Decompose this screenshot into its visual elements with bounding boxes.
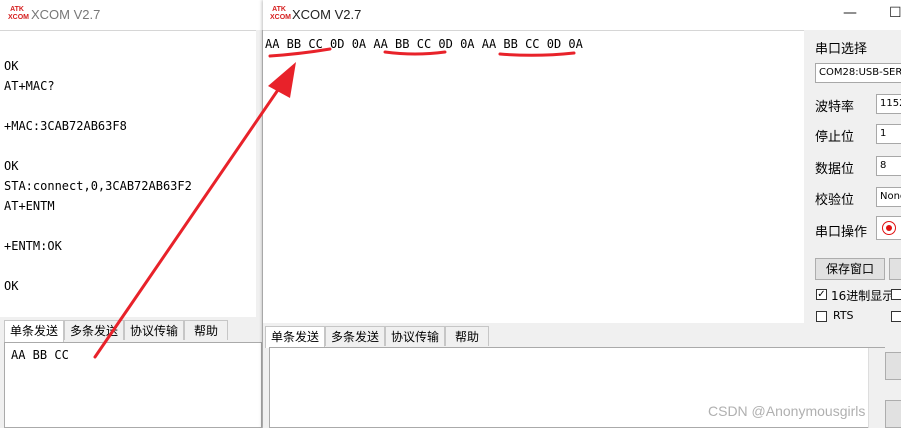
watermark: CSDN @Anonymousgirls bbox=[708, 403, 866, 419]
send-text: AA BB CC bbox=[11, 348, 69, 362]
receive-line: OK bbox=[4, 59, 19, 73]
rts-label: RTS bbox=[833, 309, 854, 322]
send-button[interactable] bbox=[885, 352, 901, 380]
receive-line: OK bbox=[4, 159, 19, 173]
receive-line: OK bbox=[4, 279, 19, 293]
send-tab-bar: 单条发送 多条发送 协议传输 帮助 bbox=[4, 320, 262, 342]
tab-protocol[interactable]: 协议传输 bbox=[385, 326, 445, 346]
receive-line: AT+MAC? bbox=[4, 79, 55, 93]
send-tab-bar: 单条发送 多条发送 协议传输 帮助 bbox=[265, 326, 825, 348]
port-operation-label: 串口操作 bbox=[815, 225, 868, 240]
data-bits-dropdown[interactable]: 8 bbox=[876, 156, 901, 176]
led-ring-icon bbox=[882, 221, 896, 235]
title-bar: ATK XCOM XCOM V2.7 bbox=[0, 0, 263, 30]
atk-logo-icon: ATK XCOM bbox=[8, 6, 29, 21]
tab-protocol[interactable]: 协议传输 bbox=[124, 320, 184, 340]
right-xcom-window: ATK XCOM XCOM V2.7 — ☐ AA BB CC 0D 0A AA … bbox=[263, 0, 901, 428]
parity-label: 校验位 bbox=[815, 193, 855, 208]
stop-bits-label: 停止位 bbox=[815, 130, 855, 145]
tab-help[interactable]: 帮助 bbox=[184, 320, 228, 340]
receive-area[interactable]: AA BB CC 0D 0A AA BB CC 0D 0A AA BB CC 0… bbox=[263, 30, 804, 323]
tab-help[interactable]: 帮助 bbox=[445, 326, 489, 346]
tab-single-send[interactable]: 单条发送 bbox=[265, 326, 325, 348]
open-port-button[interactable] bbox=[876, 216, 901, 240]
receive-line: STA:connect,0,3CAB72AB63F2 bbox=[4, 179, 192, 193]
clear-send-button[interactable] bbox=[885, 400, 901, 428]
parity-dropdown[interactable]: None bbox=[876, 187, 901, 207]
extra-checkbox[interactable] bbox=[891, 289, 901, 300]
rts-checkbox[interactable] bbox=[816, 311, 827, 322]
dtr-checkbox[interactable] bbox=[891, 311, 901, 322]
atk-logo-icon: ATK XCOM bbox=[270, 6, 291, 21]
led-dot-icon bbox=[886, 225, 892, 231]
maximize-icon[interactable]: ☐ bbox=[889, 5, 901, 21]
clear-receive-button[interactable] bbox=[889, 258, 901, 280]
save-window-button[interactable]: 保存窗口 bbox=[815, 258, 885, 280]
baud-rate-dropdown[interactable]: 1152 bbox=[876, 94, 901, 114]
window-title: XCOM V2.7 bbox=[292, 7, 362, 22]
minimize-icon[interactable]: — bbox=[843, 5, 857, 21]
tab-single-send[interactable]: 单条发送 bbox=[4, 320, 64, 342]
data-bits-label: 数据位 bbox=[815, 162, 855, 177]
title-bar: ATK XCOM XCOM V2.7 — ☐ bbox=[263, 0, 901, 30]
stop-bits-dropdown[interactable]: 1 bbox=[876, 124, 901, 144]
window-title: XCOM V2.7 bbox=[31, 7, 101, 22]
left-xcom-window: ATK XCOM XCOM V2.7 OK AT+MAC? +MAC:3CAB72… bbox=[0, 0, 263, 428]
receive-line: +ENTM:OK bbox=[4, 239, 62, 253]
send-scrollbar[interactable] bbox=[868, 348, 885, 428]
port-select-label: 串口选择 bbox=[815, 42, 868, 57]
send-input[interactable]: AA BB CC bbox=[4, 342, 262, 428]
tab-multi-send[interactable]: 多条发送 bbox=[64, 320, 124, 340]
receive-area[interactable]: OK AT+MAC? +MAC:3CAB72AB63F8 OK STA:conn… bbox=[0, 30, 256, 317]
port-select-dropdown[interactable]: COM28:USB-SERI bbox=[815, 63, 901, 83]
tab-multi-send[interactable]: 多条发送 bbox=[325, 326, 385, 346]
hex-display-checkbox[interactable]: ✓ bbox=[816, 289, 827, 300]
receive-line: AT+ENTM bbox=[4, 199, 55, 213]
receive-line: +MAC:3CAB72AB63F8 bbox=[4, 119, 127, 133]
baud-rate-label: 波特率 bbox=[815, 100, 855, 115]
hex-display-label: 16进制显示 bbox=[831, 289, 895, 303]
receive-hex-text: AA BB CC 0D 0A AA BB CC 0D 0A AA BB CC 0… bbox=[265, 37, 583, 51]
